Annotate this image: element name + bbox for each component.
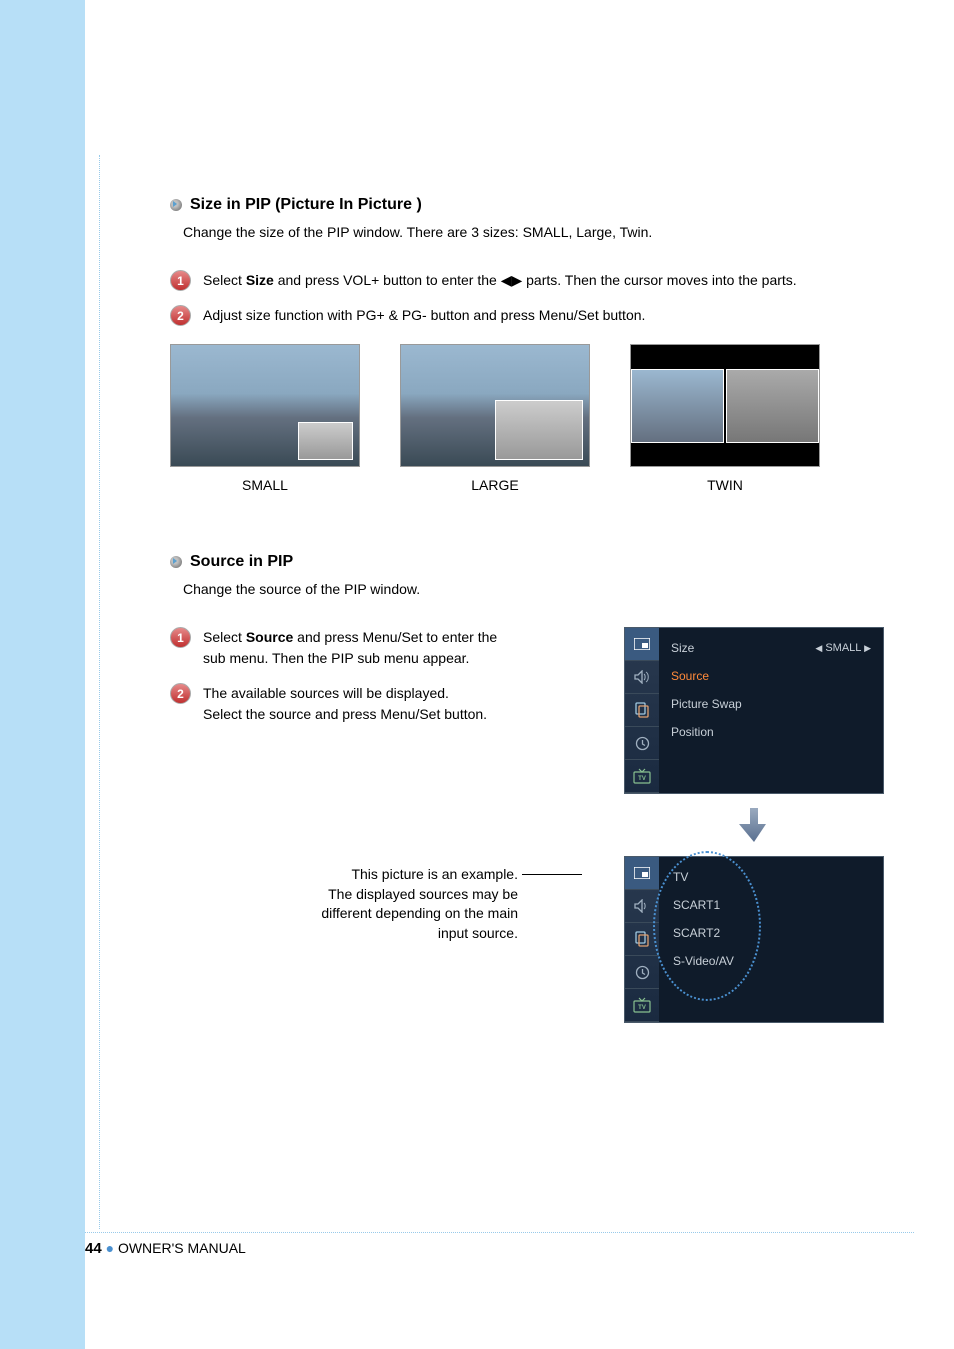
- osd-menu-top: TV Size ◀ SMALL ▶ Source Picture Swap: [624, 627, 884, 794]
- osd-row-position[interactable]: Position: [659, 718, 883, 746]
- pip-small-col: SMALL: [170, 344, 360, 493]
- section2-step1-text: Select Source and press Menu/Set to ente…: [203, 627, 523, 669]
- osd-icon-column: TV: [625, 628, 659, 793]
- section1-step1-text: Select Size and press VOL+ button to ent…: [203, 270, 797, 291]
- text-fragment: Select: [203, 272, 246, 288]
- text-bold: Source: [246, 629, 293, 645]
- svg-text:TV: TV: [638, 1005, 646, 1011]
- osd-row-label: SCART2: [673, 926, 720, 940]
- section1-title: Size in PIP (Picture In Picture ): [190, 196, 422, 214]
- example-note: This picture is an example. The displaye…: [170, 865, 594, 1025]
- source-block: 1 Select Source and press Menu/Set to en…: [170, 627, 884, 1025]
- left-right-triangle-icon: ◀▶: [501, 272, 523, 288]
- picture-icon: [625, 857, 659, 890]
- text-fragment: and press VOL+ button to enter the: [274, 272, 501, 288]
- pip-small-overlay: [298, 422, 353, 460]
- step-number-icon: 2: [170, 683, 191, 704]
- osd-row-label: SCART1: [673, 898, 720, 912]
- section2-step2-text: The available sources will be displayed.…: [203, 683, 487, 725]
- pip-twin-left: [631, 369, 724, 443]
- left-triangle-icon: ◀: [815, 643, 822, 653]
- section1-step-1: 1 Select Size and press VOL+ button to e…: [170, 270, 884, 291]
- osd-body: TV SCART1 SCART2 S-Video/AV: [659, 857, 883, 1022]
- osd-row-size[interactable]: Size ◀ SMALL ▶: [659, 634, 883, 662]
- footer-rule: [85, 1232, 914, 1233]
- dotted-vertical-rule: [99, 155, 100, 1229]
- section2-desc: Change the source of the PIP window.: [171, 581, 884, 597]
- pip-twin-right: [726, 369, 819, 443]
- osd-row-label: S-Video/AV: [673, 954, 734, 968]
- section2-step-1: 1 Select Source and press Menu/Set to en…: [170, 627, 594, 669]
- value-text: SMALL: [825, 642, 861, 654]
- pip-large-col: LARGE: [400, 344, 590, 493]
- text-fragment: Select: [203, 629, 246, 645]
- picture-icon: [625, 628, 659, 661]
- pip-twin-image: [630, 344, 820, 467]
- note-connector-line: [522, 874, 582, 875]
- clock-icon: [625, 956, 659, 989]
- section1-desc: Change the size of the PIP window. There…: [171, 224, 884, 240]
- step-number-icon: 1: [170, 627, 191, 648]
- section1-step-2: 2 Adjust size function with PG+ & PG- bu…: [170, 305, 884, 326]
- pip-small-label: SMALL: [170, 477, 360, 493]
- clock-icon: [625, 727, 659, 760]
- pip-examples-row: SMALL LARGE TWIN: [170, 344, 884, 493]
- osd-row-source[interactable]: Source: [659, 662, 883, 690]
- footer-label: OWNER'S MANUAL: [118, 1240, 246, 1256]
- menu-stack: TV Size ◀ SMALL ▶ Source Picture Swap: [624, 627, 884, 1023]
- text-bold: Size: [246, 272, 274, 288]
- osd-menu-bottom: TV TV SCART1 SCART2 S-Video/AV: [624, 856, 884, 1023]
- text-fragment: parts. Then the cursor moves into the pa…: [522, 272, 796, 288]
- pip-twin-col: TWIN: [630, 344, 820, 493]
- sound-icon: [625, 890, 659, 923]
- source-steps: 1 Select Source and press Menu/Set to en…: [170, 627, 594, 1025]
- feature-icon: [625, 694, 659, 727]
- osd-row-label: Size: [671, 641, 694, 655]
- osd-row-label: Picture Swap: [671, 697, 742, 711]
- left-band: [0, 0, 85, 1349]
- osd-row-scart2[interactable]: SCART2: [659, 919, 883, 947]
- osd-row-value: ◀ SMALL ▶: [815, 642, 871, 654]
- osd-body: Size ◀ SMALL ▶ Source Picture Swap Posit…: [659, 628, 883, 793]
- tv-icon: TV: [625, 760, 659, 793]
- right-triangle-icon: ▶: [864, 643, 871, 653]
- section1-heading: Size in PIP (Picture In Picture ): [170, 196, 884, 214]
- dot-separator-icon: ●: [106, 1240, 118, 1256]
- osd-row-picture-swap[interactable]: Picture Swap: [659, 690, 883, 718]
- top-band: [85, 0, 954, 155]
- osd-row-label: TV: [673, 870, 688, 884]
- pip-small-image: [170, 344, 360, 467]
- section2-heading: Source in PIP: [170, 553, 884, 571]
- step-number-icon: 1: [170, 270, 191, 291]
- page-number: 44: [85, 1240, 102, 1257]
- osd-row-scart1[interactable]: SCART1: [659, 891, 883, 919]
- pip-large-overlay: [495, 400, 583, 460]
- sound-icon: [625, 661, 659, 694]
- pip-large-label: LARGE: [400, 477, 590, 493]
- section1-step2-text: Adjust size function with PG+ & PG- butt…: [203, 305, 645, 326]
- section2-step-2: 2 The available sources will be displaye…: [170, 683, 594, 725]
- osd-row-svideo-av[interactable]: S-Video/AV: [659, 947, 883, 975]
- section2-title: Source in PIP: [190, 553, 293, 571]
- step-number-icon: 2: [170, 305, 191, 326]
- note-text: This picture is an example. The displaye…: [298, 865, 518, 943]
- down-arrow-icon: [624, 808, 884, 842]
- pip-large-image: [400, 344, 590, 467]
- osd-row-tv[interactable]: TV: [659, 863, 883, 891]
- footer: 44 ● OWNER'S MANUAL: [85, 1240, 246, 1257]
- osd-icon-column: TV: [625, 857, 659, 1022]
- osd-row-label: Position: [671, 725, 714, 739]
- page-content: Size in PIP (Picture In Picture ) Change…: [170, 196, 884, 1025]
- osd-row-label: Source: [671, 669, 709, 683]
- feature-icon: [625, 923, 659, 956]
- svg-text:TV: TV: [638, 776, 646, 782]
- pip-twin-label: TWIN: [630, 477, 820, 493]
- bullet-arrow-icon: [170, 199, 182, 211]
- tv-icon: TV: [625, 989, 659, 1022]
- bullet-arrow-icon: [170, 556, 182, 568]
